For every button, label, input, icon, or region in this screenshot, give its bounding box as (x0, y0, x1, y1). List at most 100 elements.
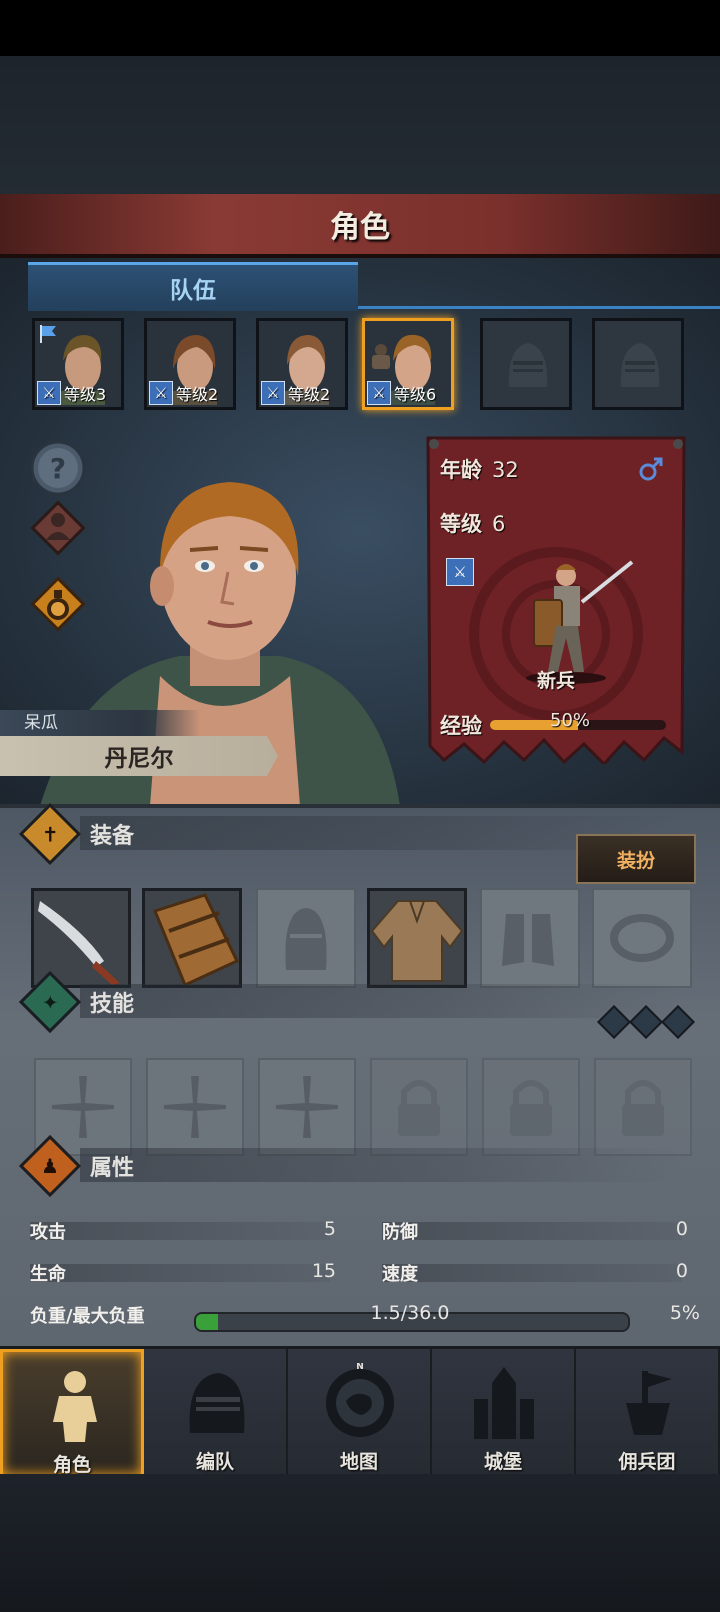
empty-helmet-icon (620, 343, 660, 387)
attributes-header: ♟ 属性 (18, 1134, 135, 1198)
age-label: 年龄 (440, 458, 482, 482)
team-level: 等级6 (394, 385, 437, 404)
footer-backdrop (0, 1474, 720, 1612)
knight-icon (53, 1371, 97, 1442)
dress-up-button[interactable]: 装扮 (576, 834, 696, 884)
empty-helmet-icon (508, 343, 548, 387)
class-name: 新兵 (536, 670, 575, 692)
skills-label: 技能 (90, 992, 135, 1017)
cross-icon (164, 1076, 226, 1138)
equipment-label: 装备 (90, 824, 135, 849)
section-band (80, 1148, 680, 1182)
tab-underline (358, 306, 720, 309)
tab-team[interactable]: 队伍 (28, 262, 358, 311)
page-title: 角色 (330, 210, 390, 245)
load-value: 1.5/36.0 (370, 1302, 450, 1324)
skill-slot-locked[interactable] (594, 1058, 692, 1156)
bottom-nav: 角色 编队 N 地图 城堡 佣兵团 (0, 1346, 720, 1477)
tab-team-label: 队伍 (170, 278, 216, 304)
sword-class-icon: ⚔ (37, 381, 61, 405)
nav-map-label: 地图 (339, 1451, 378, 1473)
skill-gem-icon (597, 1005, 631, 1039)
exp-percent: 50% (550, 710, 591, 731)
header-backdrop (0, 56, 720, 196)
skill-slot-2[interactable] (146, 1058, 244, 1156)
equip-slot-boots[interactable] (480, 888, 580, 988)
shirt-icon (370, 891, 464, 985)
team-slot-empty[interactable] (480, 318, 572, 410)
hero-info-banner: 年龄 32 等级 6 ⚔ 新兵 经验 50% (424, 434, 688, 764)
stat-bar (30, 1222, 330, 1240)
team-slot-3[interactable]: ⚔ 等级2 (256, 318, 348, 410)
hp-value: 15 (311, 1260, 336, 1282)
nav-formation[interactable]: 编队 (144, 1349, 288, 1477)
stat-bar (382, 1264, 682, 1282)
empty-ring-icon (610, 914, 674, 962)
exp-label: 经验 (440, 714, 482, 738)
speed-value: 0 (675, 1260, 688, 1282)
nav-formation-label: 编队 (195, 1451, 234, 1473)
sword-class-icon: ⚔ (149, 381, 173, 405)
compass-map-icon: N (326, 1363, 394, 1437)
lock-icon (510, 1080, 552, 1136)
team-level: 等级2 (288, 385, 331, 404)
team-slot-4[interactable]: ⚔ 等级6 (362, 318, 454, 410)
svg-text:N: N (356, 1363, 364, 1372)
sword-class-icon: ⚔ (446, 558, 474, 586)
hero-name: 丹尼尔 (104, 746, 174, 772)
equipment-icon: ✝ (18, 802, 82, 866)
lock-icon (398, 1080, 440, 1136)
defense-label: 防御 (382, 1222, 418, 1243)
equipment-header: ✝ 装备 (18, 802, 135, 866)
nav-character-label: 角色 (52, 1454, 91, 1476)
speed-label: 速度 (382, 1264, 418, 1285)
stat-bar (30, 1264, 330, 1282)
skill-slot-locked[interactable] (370, 1058, 468, 1156)
skill-points (597, 1005, 695, 1039)
nav-castle[interactable]: 城堡 (432, 1349, 576, 1477)
team-level: 等级3 (64, 385, 107, 404)
level-value: 6 (492, 512, 506, 536)
helmet-icon (189, 1373, 245, 1433)
cross-icon (276, 1076, 338, 1138)
team-level: 等级2 (176, 385, 219, 404)
attack-value: 5 (323, 1218, 336, 1240)
load-label: 负重/最大负重 (30, 1306, 145, 1327)
team-slot-1[interactable]: ⚔ 等级3 (32, 318, 124, 410)
sword-class-icon: ⚔ (261, 381, 285, 405)
stat-bar (382, 1222, 682, 1240)
defense-value: 0 (675, 1218, 688, 1240)
recruit-figure (526, 560, 634, 684)
skill-slot-locked[interactable] (482, 1058, 580, 1156)
skills-header: ✦ 技能 (18, 970, 135, 1034)
team-slot-2[interactable]: ⚔ 等级2 (144, 318, 236, 410)
equip-slot-helmet[interactable] (256, 888, 356, 988)
load-percent: 5% (669, 1302, 700, 1324)
attack-label: 攻击 (30, 1222, 66, 1243)
load-bar-fill (196, 1314, 218, 1330)
nav-mercenary-label: 佣兵团 (618, 1451, 676, 1473)
skill-slot-3[interactable] (258, 1058, 356, 1156)
sword-class-icon: ⚔ (367, 381, 391, 405)
equip-slot-armor[interactable] (367, 888, 467, 988)
empty-boots-icon (502, 914, 554, 966)
level-label: 等级 (440, 512, 482, 536)
male-icon (639, 457, 663, 481)
nav-mercenary[interactable]: 佣兵团 (576, 1349, 720, 1477)
character-panel: 队伍 ⚔ 等级3 ⚔ 等级2 ⚔ 等级2 ⚔ 等级6 ? 呆瓜 丹尼尔 年龄 3… (0, 258, 720, 804)
section-band (80, 984, 680, 1018)
team-slot-empty[interactable] (592, 318, 684, 410)
attributes-label: 属性 (90, 1156, 135, 1181)
castle-icon (474, 1367, 534, 1439)
equip-slot-shield[interactable] (142, 888, 242, 988)
age-value: 32 (492, 458, 519, 482)
hp-label: 生命 (30, 1264, 66, 1285)
mercenary-icon (626, 1371, 672, 1435)
lock-icon (622, 1080, 664, 1136)
equip-slot-ring[interactable] (592, 888, 692, 988)
hero-name-plate: 丹尼尔 (0, 736, 278, 776)
status-area (0, 0, 720, 56)
nav-character[interactable]: 角色 (0, 1349, 144, 1477)
nav-castle-label: 城堡 (483, 1451, 522, 1473)
nav-map[interactable]: N 地图 (288, 1349, 432, 1477)
